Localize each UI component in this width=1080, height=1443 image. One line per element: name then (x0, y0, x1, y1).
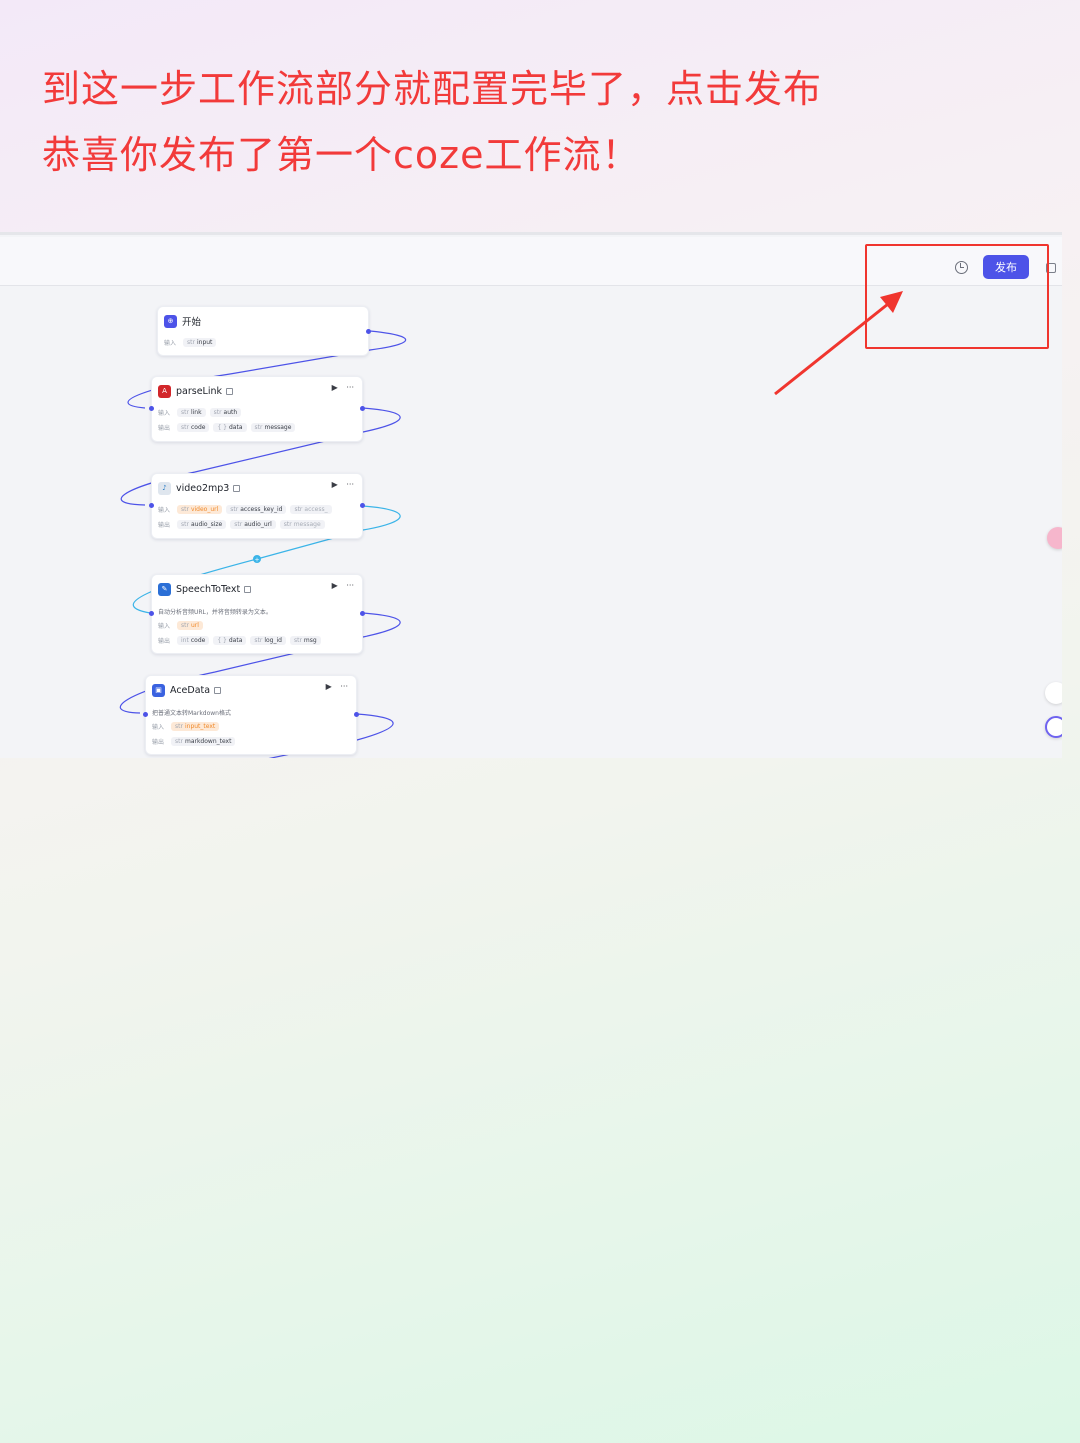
annotation-arrow-head (880, 291, 903, 313)
annotation-arrow (774, 291, 903, 396)
annotation-arrow-shaft (774, 302, 889, 396)
